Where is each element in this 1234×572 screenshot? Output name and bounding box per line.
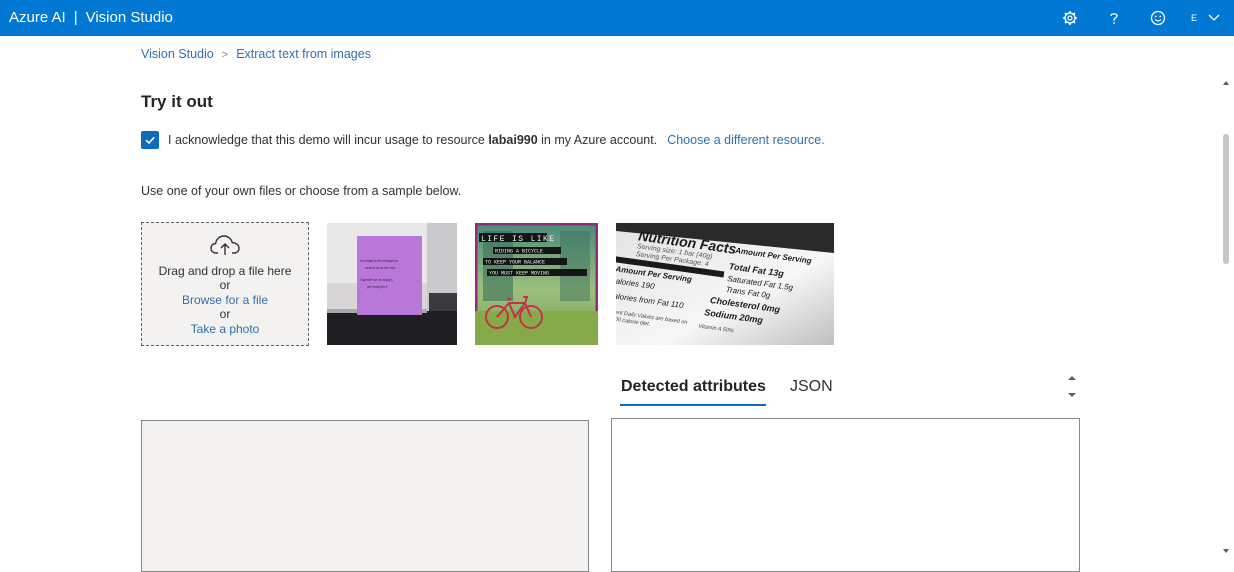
acknowledge-text-before: I acknowledge that this demo will incur … (168, 133, 485, 147)
acknowledge-text-after: in my Azure account. (541, 133, 658, 147)
file-dropzone[interactable]: Drag and drop a file here or Browse for … (141, 222, 309, 346)
acknowledge-text: I acknowledge that this demo will incur … (168, 133, 657, 147)
breadcrumb-vision-studio[interactable]: Vision Studio (141, 47, 214, 61)
choose-resource-link[interactable]: Choose a different resource. (667, 133, 825, 147)
active-tab-indicator (620, 404, 766, 406)
dropzone-instruction: Drag and drop a file here (158, 264, 292, 278)
caret-down-icon[interactable] (1066, 390, 1078, 400)
page-title: Try it out (141, 92, 213, 111)
dropzone-or: or (219, 307, 231, 321)
breadcrumb-separator: > (221, 49, 229, 61)
breadcrumb-extract-text[interactable]: Extract text from images (236, 47, 371, 61)
poster-line: TO KEEP YOUR BALANCE (485, 260, 545, 266)
product-name: Vision Studio (85, 9, 173, 26)
dropzone-or: or (219, 278, 231, 292)
results-panel (611, 418, 1080, 572)
sticky-note-line: get ready for it (367, 285, 387, 289)
image-preview-panel (141, 420, 589, 572)
scroll-up-icon[interactable] (1222, 79, 1230, 87)
browse-file-link[interactable]: Browse for a file (182, 293, 268, 307)
tab-json[interactable]: JSON (790, 376, 833, 398)
checkmark-icon (145, 136, 155, 145)
poster-line: RIDING A BICYCLE (495, 249, 543, 255)
sample-image-nutrition-facts[interactable]: Nutrition Facts Serving size: 1 bar (40g… (616, 223, 834, 345)
poster-line: YOU MUST KEEP MOVING (489, 271, 549, 277)
breadcrumb: Vision Studio > Extract text from images (141, 46, 371, 63)
caret-up-icon[interactable] (1066, 373, 1078, 383)
sticky-note-line: I'm ready to the change ea (360, 259, 398, 263)
resource-name: labai990 (488, 133, 538, 147)
brand[interactable]: Azure AI | Vision Studio (9, 9, 173, 27)
page-scrollbar[interactable] (1218, 72, 1234, 563)
help-icon[interactable] (1104, 8, 1124, 28)
instructions-text: Use one of your own files or choose from… (141, 184, 462, 198)
chevron-down-icon[interactable] (1207, 10, 1221, 24)
gear-icon[interactable] (1060, 8, 1080, 28)
cloud-upload-icon (210, 235, 240, 255)
scroll-down-icon[interactable] (1222, 547, 1230, 555)
sample-image-sticky-note[interactable]: I'm ready to the change ea what to do at… (327, 223, 457, 345)
scrollbar-thumb[interactable] (1223, 134, 1229, 264)
brand-separator: | (73, 9, 78, 26)
sticky-note-line: what to do at the end... (365, 266, 398, 270)
sticky-note-line: Together we do today's (360, 278, 393, 282)
brand-name: Azure AI (9, 9, 66, 26)
take-photo-link[interactable]: Take a photo (191, 322, 260, 336)
account-initial[interactable]: E (1191, 12, 1197, 24)
sample-image-bicycle-poster[interactable]: LIFE IS LIKE RIDING A BICYCLE TO KEEP YO… (475, 223, 598, 345)
feedback-smiley-icon[interactable] (1148, 8, 1168, 28)
tab-detected-attributes[interactable]: Detected attributes (621, 376, 766, 398)
top-bar: Azure AI | Vision Studio E (0, 0, 1234, 36)
poster-line: LIFE IS LIKE (481, 235, 555, 244)
acknowledge-checkbox[interactable] (141, 131, 159, 149)
acknowledge-row: I acknowledge that this demo will incur … (141, 130, 825, 150)
